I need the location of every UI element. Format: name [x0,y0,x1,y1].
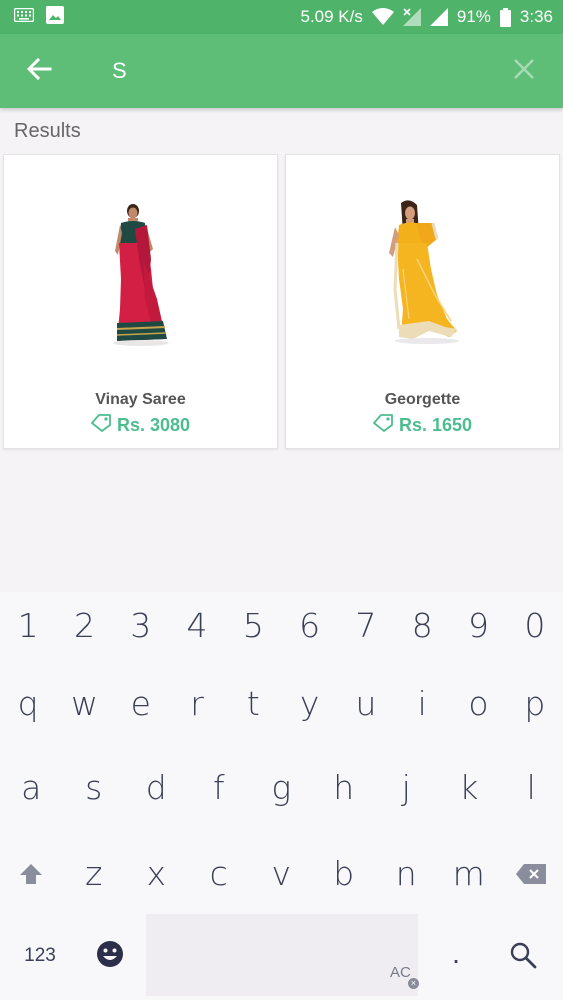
search-input[interactable] [112,51,492,91]
keyboard-row-3: z x c v b n m [0,842,563,904]
keyboard-row-2: a s d f g h j k l [0,756,563,818]
product-price: Rs. 3080 [116,415,191,435]
key-i[interactable]: i [394,672,450,734]
key-q[interactable]: q [0,672,56,734]
product-card[interactable]: Vinay Saree Rs. 3080 [3,154,278,449]
search-icon [509,941,537,974]
key-2[interactable]: 2 [56,594,112,656]
time: 3:36 [519,7,553,26]
key-j[interactable]: j [375,756,438,818]
key-p[interactable]: p [507,672,563,734]
product-image-yellow-saree [389,200,459,344]
key-a[interactable]: a [0,756,63,818]
key-x[interactable]: x [125,842,188,904]
keyboard-row-1: q w e r t y u i o p [0,672,563,734]
key-s[interactable]: s [63,756,126,818]
autocorrect-toggle[interactable]: AC × [390,964,422,990]
key-8[interactable]: 8 [394,594,450,656]
battery-percent: 91% [456,7,491,26]
product-name: Vinay Saree [95,391,186,408]
key-f[interactable]: f [188,756,251,818]
shift-key[interactable] [0,842,63,904]
signal-x-icon [402,8,421,26]
key-k[interactable]: k [438,756,501,818]
key-z[interactable]: z [63,842,126,904]
spacebar[interactable] [146,914,418,996]
key-1[interactable]: 1 [0,594,56,656]
key-4[interactable]: 4 [169,594,225,656]
backspace-icon [515,854,547,893]
keyboard-icon [13,7,35,27]
autocorrect-label: AC [390,964,411,981]
product-price-row: Rs. 3080 [4,414,277,437]
battery-icon [499,7,511,27]
period-key[interactable]: . [436,932,476,976]
key-0[interactable]: 0 [507,594,563,656]
emoji-key[interactable] [90,934,130,978]
soft-keyboard: 1 2 3 4 5 6 7 8 9 0 q w e r t y u i o p … [0,592,563,1000]
key-5[interactable]: 5 [225,594,281,656]
key-d[interactable]: d [125,756,188,818]
price-tag-icon [91,414,111,437]
key-6[interactable]: 6 [281,594,337,656]
key-t[interactable]: t [225,672,281,734]
search-key[interactable] [498,932,548,982]
key-g[interactable]: g [250,756,313,818]
key-9[interactable]: 9 [450,594,506,656]
shift-icon [19,854,43,893]
smiley-icon [96,940,124,973]
key-h[interactable]: h [313,756,376,818]
key-l[interactable]: l [500,756,563,818]
product-price: Rs. 1650 [398,415,473,435]
key-v[interactable]: v [250,842,313,904]
product-image-red-saree [113,204,169,346]
key-y[interactable]: y [281,672,337,734]
key-o[interactable]: o [450,672,506,734]
product-name: Georgette [384,391,461,408]
key-7[interactable]: 7 [338,594,394,656]
key-u[interactable]: u [338,672,394,734]
close-icon [513,58,535,85]
product-price-row: Rs. 1650 [286,414,559,437]
back-button[interactable] [9,41,69,101]
key-b[interactable]: b [313,842,376,904]
key-r[interactable]: r [169,672,225,734]
key-e[interactable]: e [113,672,169,734]
image-icon [46,5,64,29]
product-card[interactable]: Georgette Rs. 1650 [285,154,560,449]
network-speed: 5.09 K/s [300,7,363,26]
keyboard-number-row: 1 2 3 4 5 6 7 8 9 0 [0,594,563,656]
signal-icon [429,8,448,26]
symbols-key[interactable]: 123 [14,934,66,978]
price-tag-icon [373,414,393,437]
results-heading: Results [14,120,81,142]
clear-search-button[interactable] [499,46,549,96]
key-3[interactable]: 3 [113,594,169,656]
status-bar: 5.09 K/s 91% 3:36 [0,0,563,34]
key-c[interactable]: c [188,842,251,904]
key-w[interactable]: w [56,672,112,734]
close-small-icon: × [408,978,419,989]
wifi-icon [371,8,394,26]
key-m[interactable]: m [438,842,501,904]
arrow-left-icon [26,57,52,86]
backspace-key[interactable] [500,842,563,904]
key-n[interactable]: n [375,842,438,904]
search-app-bar [0,34,563,108]
